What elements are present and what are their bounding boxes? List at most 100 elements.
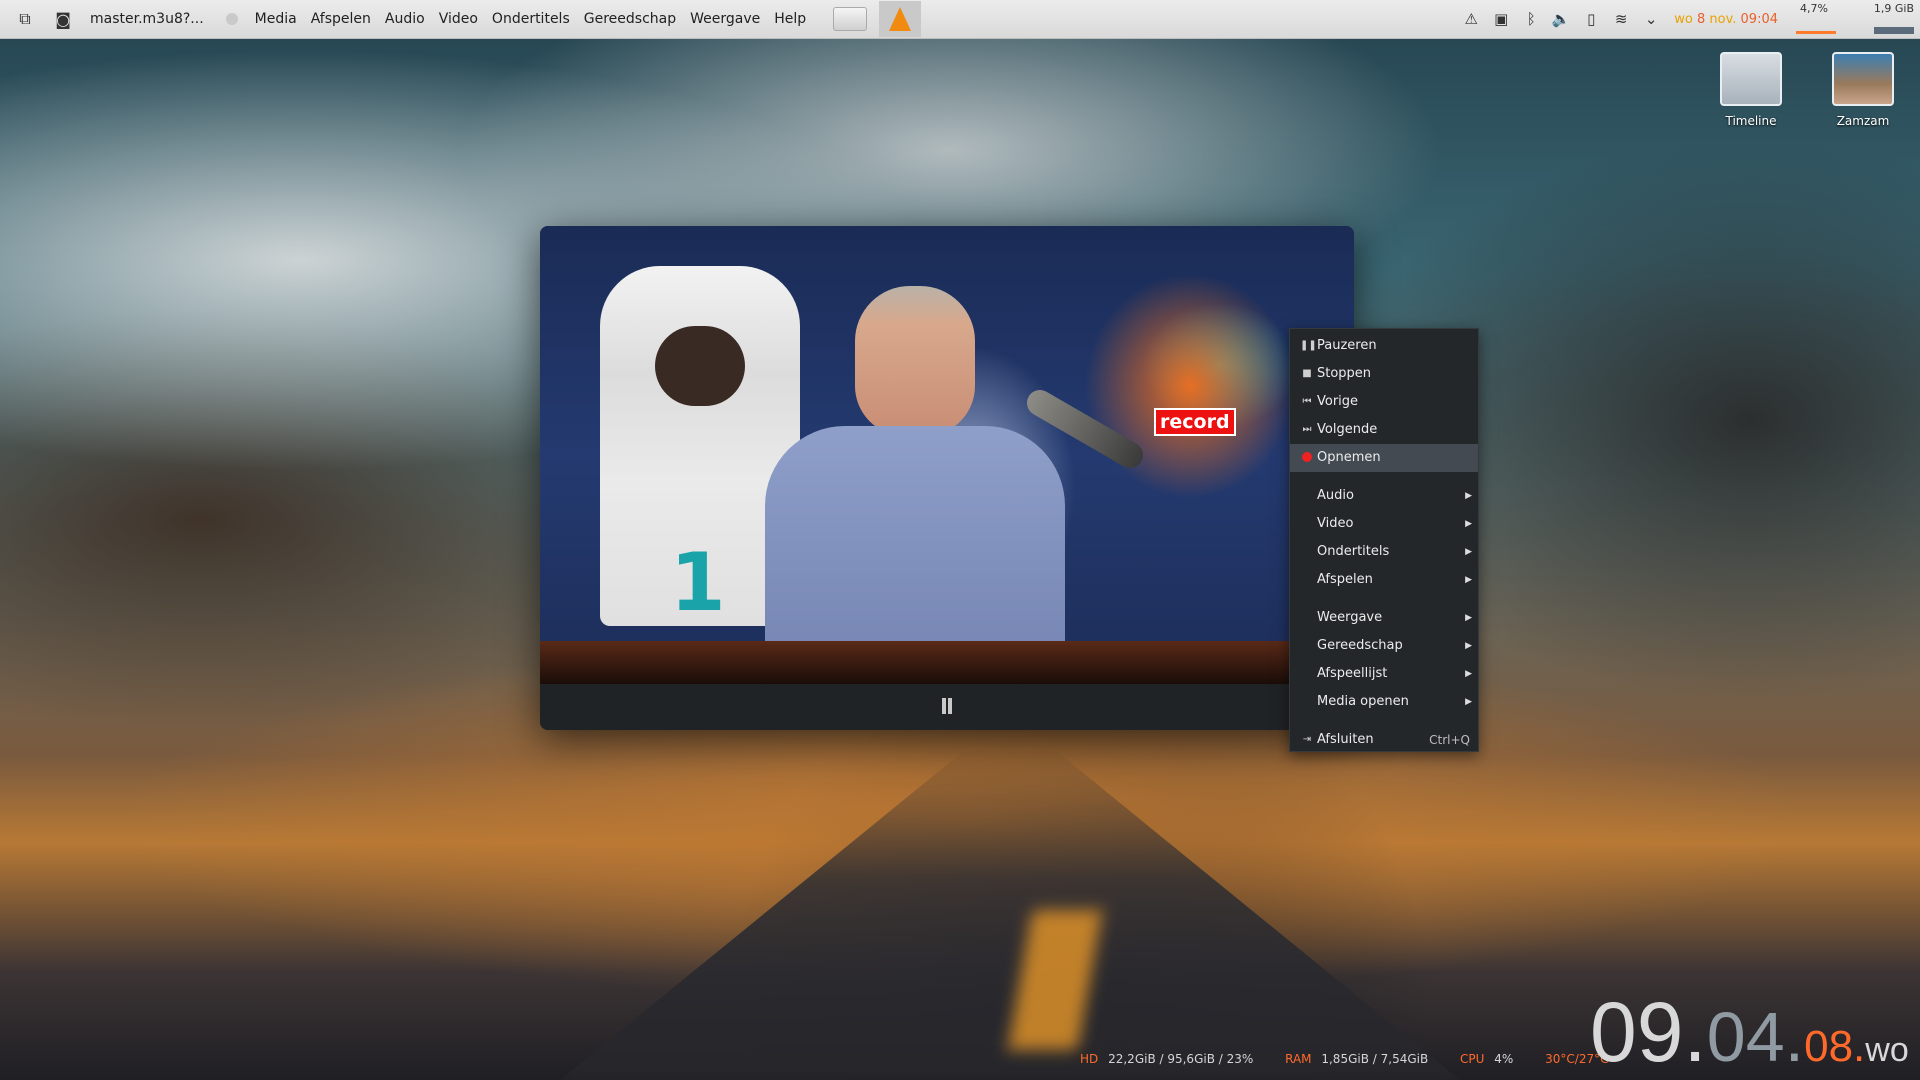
ctx-label: Video — [1317, 516, 1354, 531]
desktop-icon-label: Zamzam — [1836, 114, 1890, 128]
chevron-right-icon: ▶ — [1465, 575, 1472, 585]
video-frame[interactable]: 1 record — [540, 226, 1354, 684]
chevron-right-icon: ▶ — [1465, 697, 1472, 707]
hd-value: 22,2GiB / 95,6GiB / 23% — [1108, 1052, 1254, 1066]
ctx-item-afspeellijst[interactable]: Afspeellijst ▶ — [1290, 660, 1478, 688]
ctx-label: Ondertitels — [1317, 544, 1390, 559]
context-menu: ❚❚ Pauzeren ■ Stoppen ⏮ Vorige ⏭ Volgend… — [1289, 328, 1479, 752]
clipboard-icon[interactable]: ▣ — [1486, 10, 1516, 28]
next-icon: ⏭ — [1302, 424, 1312, 435]
ctx-label: Stoppen — [1317, 366, 1372, 381]
folder-icon — [1720, 52, 1782, 106]
menu-media[interactable]: Media — [255, 11, 297, 27]
tray-cpu-percent: 4,7% — [1800, 2, 1828, 15]
cpu-label: CPU — [1460, 1052, 1485, 1066]
desktop-icon-timeline[interactable]: Timeline — [1706, 52, 1796, 128]
ctx-label: Media openen — [1317, 694, 1409, 709]
video-host — [765, 286, 1065, 676]
chevron-right-icon: ▶ — [1465, 519, 1472, 529]
ctx-label: Gereedschap — [1317, 638, 1403, 653]
ctx-item-opnemen[interactable]: Opnemen — [1290, 444, 1478, 472]
ctx-item-ondertitels[interactable]: Ondertitels ▶ — [1290, 538, 1478, 566]
ctx-item-video[interactable]: Video ▶ — [1290, 510, 1478, 538]
menu-afspelen[interactable]: Afspelen — [311, 11, 371, 27]
ctx-item-audio[interactable]: Audio ▶ — [1290, 482, 1478, 510]
ctx-label: Weergave — [1317, 610, 1383, 625]
menu-help[interactable]: Help — [774, 11, 806, 27]
chevron-down-icon[interactable]: ⌄ — [1636, 10, 1666, 28]
volume-icon[interactable]: 🔈 — [1546, 10, 1576, 28]
bluetooth-icon[interactable]: ᛒ — [1516, 10, 1546, 28]
updater-icon[interactable]: ⚠ — [1456, 10, 1486, 28]
tray-time: 09:04 — [1740, 11, 1778, 27]
menu-audio[interactable]: Audio — [385, 11, 425, 27]
file-manager-icon[interactable] — [833, 7, 868, 31]
ctx-item-afspelen[interactable]: Afspelen ▶ — [1290, 566, 1478, 594]
ctx-item-weergave[interactable]: Weergave ▶ — [1290, 604, 1478, 632]
clock-minutes: 04. — [1706, 998, 1805, 1076]
chevron-right-icon: ▶ — [1465, 613, 1472, 623]
tray-clock[interactable]: wo 8 nov. 09:04 — [1674, 12, 1778, 27]
folder-icon — [1832, 52, 1894, 106]
ctx-label: Volgende — [1317, 422, 1378, 437]
ctx-item-vorige[interactable]: ⏮ Vorige — [1290, 388, 1478, 416]
window-title[interactable]: master.m3u8?... — [90, 11, 204, 27]
ctx-separator — [1290, 716, 1478, 726]
menu-video[interactable]: Video — [439, 11, 478, 27]
cpu-bar — [1796, 31, 1836, 34]
vlc-taskbar-icon[interactable] — [879, 1, 922, 37]
menu-gereedschap[interactable]: Gereedschap — [584, 11, 676, 27]
ctx-separator — [1290, 594, 1478, 604]
exit-icon: ⇥ — [1302, 734, 1312, 745]
ctx-shortcut: Ctrl+Q — [1429, 733, 1470, 747]
tray-month: nov. — [1709, 11, 1737, 27]
phone-connect-icon[interactable]: ▯ — [1576, 10, 1606, 28]
system-monitor-widget: HD 22,2GiB / 95,6GiB / 23% RAM 1,85GiB /… — [1080, 1052, 1614, 1066]
ctx-item-media-openen[interactable]: Media openen ▶ — [1290, 688, 1478, 716]
screenshot-icon[interactable]: ◙ — [50, 8, 76, 30]
ctx-label: Afspeellijst — [1317, 666, 1388, 681]
ctx-label: Audio — [1317, 488, 1354, 503]
window-layout-icon[interactable]: ⧉ — [12, 8, 38, 30]
ctx-item-pauzeren[interactable]: ❚❚ Pauzeren — [1290, 332, 1478, 360]
hd-label: HD — [1080, 1052, 1099, 1066]
menu-ondertitels[interactable]: Ondertitels — [492, 11, 570, 27]
ctx-item-gereedschap[interactable]: Gereedschap ▶ — [1290, 632, 1478, 660]
vlc-player-window[interactable]: 1 record — [540, 226, 1354, 730]
chevron-right-icon: ▶ — [1465, 641, 1472, 651]
ctx-item-volgende[interactable]: ⏭ Volgende — [1290, 416, 1478, 444]
tray-day: wo — [1674, 11, 1693, 27]
ctx-label: Opnemen — [1317, 450, 1381, 465]
top-panel: ⧉ ◙ master.m3u8?... Media Afspelen Audio… — [0, 0, 1920, 39]
ctx-item-stoppen[interactable]: ■ Stoppen — [1290, 360, 1478, 388]
player-controls — [540, 684, 1354, 730]
ram-value: 1,85GiB / 7,54GiB — [1321, 1052, 1429, 1066]
record-icon — [1300, 444, 1314, 472]
tray-ram-usage: 1,9 GiB — [1873, 2, 1914, 15]
status-dot-icon — [225, 13, 238, 25]
chevron-right-icon: ▶ — [1465, 669, 1472, 679]
ctx-label: Vorige — [1317, 394, 1359, 409]
ctx-label: Pauzeren — [1317, 338, 1377, 353]
desktop-clock-widget: 09.04.08.wo — [1590, 990, 1909, 1074]
stop-icon: ■ — [1302, 368, 1312, 379]
tray-date-num: 8 — [1696, 11, 1706, 27]
pause-icon: ❚❚ — [1300, 340, 1317, 351]
pause-button[interactable] — [940, 698, 954, 714]
chevron-right-icon: ▶ — [1465, 547, 1472, 557]
wifi-icon[interactable]: ≋ — [1606, 10, 1636, 28]
ctx-separator — [1290, 472, 1478, 482]
ctx-label: Afspelen — [1317, 572, 1373, 587]
resource-monitor[interactable]: 4,7% 1,9 GiB — [1790, 0, 1920, 38]
menu-weergave[interactable]: Weergave — [690, 11, 760, 27]
clock-weekday: wo — [1865, 1031, 1909, 1069]
desktop-icon-zamzam[interactable]: Zamzam — [1818, 52, 1908, 128]
previous-icon: ⏮ — [1302, 396, 1312, 407]
ram-bar — [1874, 27, 1914, 34]
desktop-icon-label: Timeline — [1725, 114, 1777, 128]
clock-seconds: 08. — [1804, 1022, 1866, 1071]
chevron-right-icon: ▶ — [1465, 491, 1472, 501]
ctx-label: Afsluiten — [1317, 732, 1374, 747]
ctx-item-afsluiten[interactable]: ⇥ Afsluiten Ctrl+Q — [1290, 726, 1478, 754]
ram-label: RAM — [1285, 1052, 1312, 1066]
